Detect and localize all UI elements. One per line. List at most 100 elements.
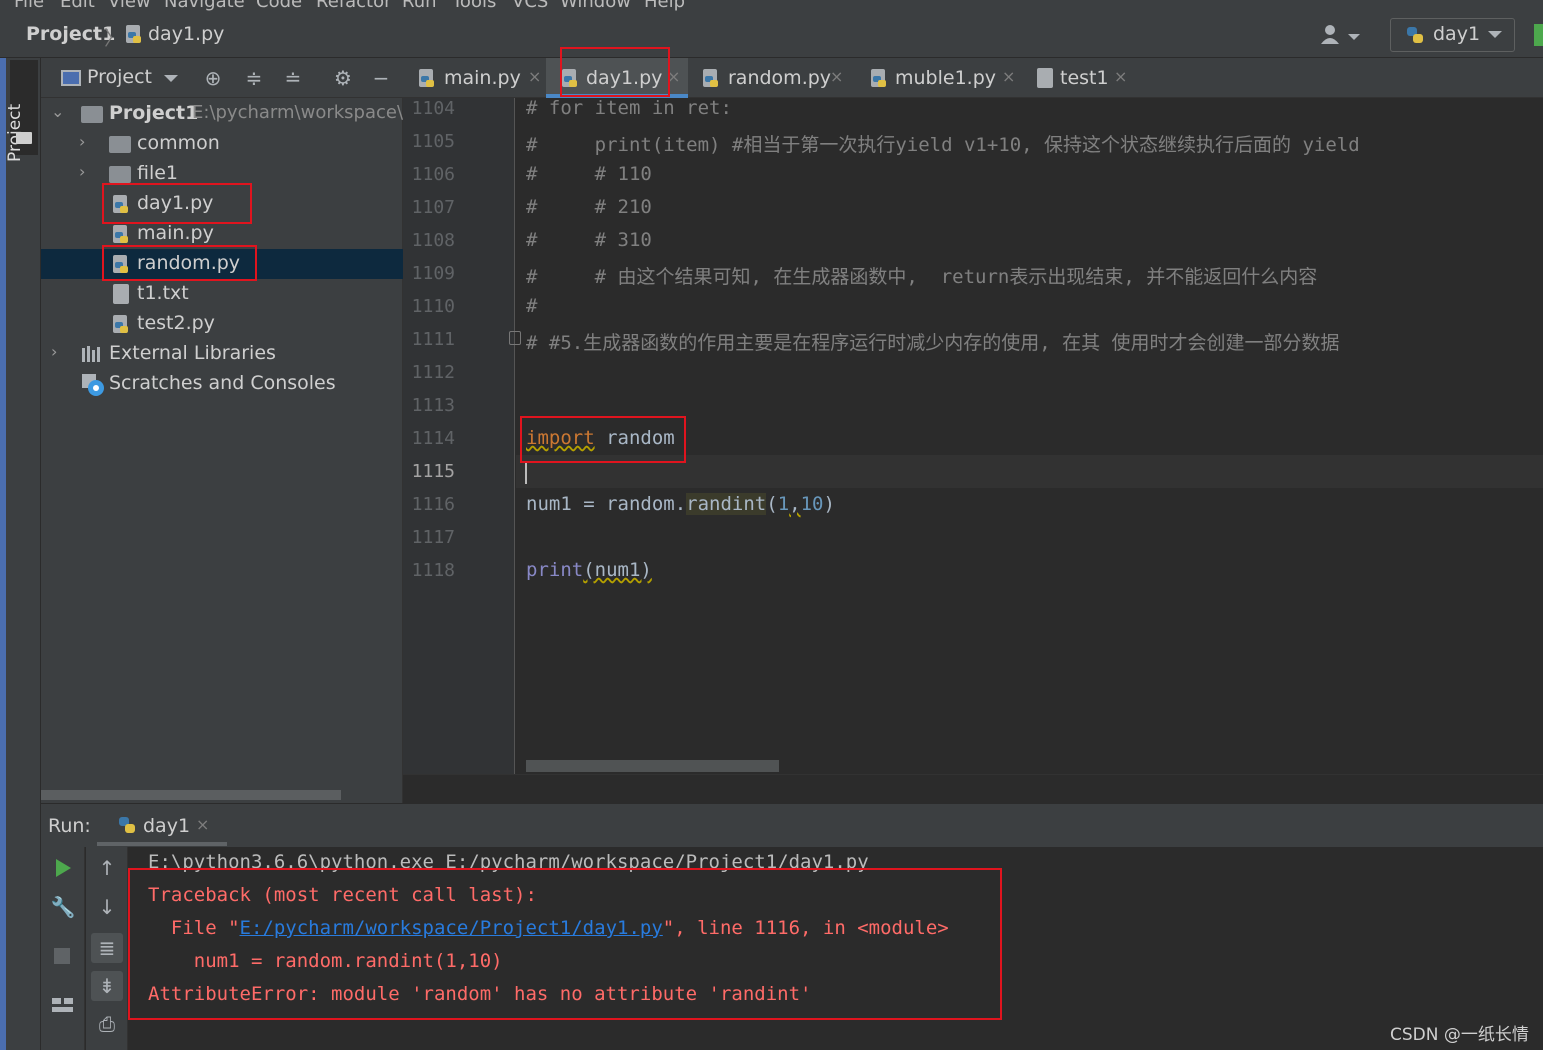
fold-icon[interactable] [509,331,521,345]
collapse-all-icon[interactable]: ≐ [281,66,305,90]
print-icon[interactable]: ⎙ [94,1011,120,1037]
locate-file-icon[interactable]: ⊕ [201,66,225,90]
python-file-icon [126,25,141,43]
console-traceback-code: num1 = random.randint(1,10) [148,950,503,972]
rerun-icon[interactable] [53,857,73,879]
chevron-right-icon[interactable]: › [51,342,57,361]
line-number: 1113 [411,395,455,416]
close-icon[interactable]: × [528,67,541,86]
menu-vcs[interactable]: VCS [512,0,548,12]
tree-item-t1-txt[interactable]: t1.txt [41,279,403,309]
tree-item-file1[interactable]: › file1 [41,159,403,189]
chevron-right-icon[interactable]: › [79,162,85,181]
breadcrumb-separator: 〉 [104,26,124,50]
number-literal: 1 [777,493,790,515]
menu-tools[interactable]: Tools [452,0,496,12]
console-command-line: E:\python3.6.6\python.exe E:/pycharm/wor… [148,851,869,873]
tab-test1[interactable]: test1 × [1029,58,1144,98]
project-panel-title[interactable]: Project [87,66,152,88]
folder-icon [16,132,32,144]
line-number: 1116 [411,494,455,515]
line-number: 1109 [411,263,455,284]
tree-item-test2-py[interactable]: test2.py [41,309,403,339]
console-traceback-header: Traceback (most recent call last): [148,884,537,906]
tree-item-label: External Libraries [109,342,276,364]
run-tab-indicator [97,842,227,846]
tree-item-common[interactable]: › common [41,129,403,159]
scroll-to-end-button[interactable]: ⇟ [91,971,123,1001]
gear-icon[interactable]: ⚙ [331,66,355,90]
menu-edit[interactable]: Edit [60,0,95,12]
editor-horizontal-scrollbar[interactable] [526,760,779,772]
run-console[interactable] [129,847,1543,1050]
close-icon[interactable]: × [196,815,209,834]
python-file-icon [419,69,434,87]
tree-item-main-py[interactable]: main.py [41,219,403,249]
tab-label: day1.py [586,67,663,89]
tree-item-random-py[interactable]: random.py [41,249,403,279]
menu-refactor[interactable]: Refactor [316,0,392,12]
close-icon[interactable]: × [1002,67,1015,86]
close-icon[interactable]: × [1114,67,1127,86]
close-icon[interactable]: × [667,67,680,86]
expand-all-icon[interactable]: ≑ [242,66,266,90]
tree-item-path: E:\pycharm\workspace\P [192,102,414,123]
menu-code[interactable]: Code [256,0,302,12]
chevron-down-icon[interactable]: ⌄ [51,102,64,121]
tab-main-py[interactable]: main.py × [411,58,546,98]
hide-panel-icon[interactable]: − [369,66,393,90]
tree-item-scratches[interactable]: Scratches and Consoles [41,369,403,399]
project-view-icon [61,70,81,86]
tab-muble1-py[interactable]: muble1.py × [863,58,1023,98]
line-number: 1111 [411,329,455,350]
breadcrumb-project[interactable]: Project1 [26,23,115,45]
line-number: 1105 [411,131,455,152]
soft-wrap-button[interactable]: ≣ [91,933,123,963]
code-line-randint: num1 = random.randint(1,10) [526,493,835,515]
menu-run[interactable]: Run [402,0,437,12]
python-icon [1407,27,1423,43]
menu-file[interactable]: File [14,0,44,12]
chevron-down-icon[interactable] [163,74,179,84]
tree-item-project-root[interactable]: ⌄ Project1 E:\pycharm\workspace\P [41,99,414,129]
line-number: 1108 [411,230,455,251]
menu-window[interactable]: Window [560,0,631,12]
menu-navigate[interactable]: Navigate [164,0,245,12]
wrench-icon[interactable]: 🔧 [50,894,76,920]
run-toolbar-secondary: ↑ ↓ ≣ ⇟ ⎙ [86,847,128,1050]
layout-icon[interactable] [51,995,75,1015]
code-token: , [789,493,801,515]
vcs-user-button[interactable] [1320,22,1364,48]
tree-item-label: test2.py [137,312,215,334]
tab-day1-py[interactable]: day1.py × [546,58,688,98]
text-caret [525,461,527,484]
breadcrumb-file[interactable]: day1.py [148,23,224,45]
tree-item-external-libraries[interactable]: › External Libraries [41,339,403,369]
run-button[interactable] [1534,24,1543,46]
code-token: (num1) [583,559,652,581]
arrow-up-icon[interactable]: ↑ [94,855,120,881]
tab-random-py[interactable]: random.py × [695,58,855,98]
current-line-highlight [516,455,1543,488]
project-horizontal-scrollbar[interactable] [41,790,341,800]
code-line: # for item in ret: [526,97,732,119]
console-file-link[interactable]: E:/pycharm/workspace/Project1/day1.py [240,917,663,939]
run-configuration-label: day1 [1433,23,1481,45]
arrow-down-icon[interactable]: ↓ [94,894,120,920]
code-token: ) [823,493,835,515]
chevron-right-icon[interactable]: › [79,132,85,151]
project-tool-tab[interactable]: Project [5,60,38,162]
tree-item-day1-py[interactable]: day1.py [41,189,403,219]
line-number: 1107 [411,197,455,218]
folder-icon [109,166,131,183]
python-file-icon [871,69,886,87]
menu-help[interactable]: Help [644,0,685,12]
stop-icon[interactable] [54,948,70,964]
menu-view[interactable]: View [108,0,151,12]
code-line-print: print(num1) [526,559,652,581]
line-number: 1117 [411,527,455,548]
soft-wrap-icon: ≣ [98,936,116,960]
close-icon[interactable]: × [830,67,843,86]
run-configuration-select[interactable]: day1 [1390,18,1515,52]
console-error-message: AttributeError: module 'random' has no a… [148,983,812,1005]
